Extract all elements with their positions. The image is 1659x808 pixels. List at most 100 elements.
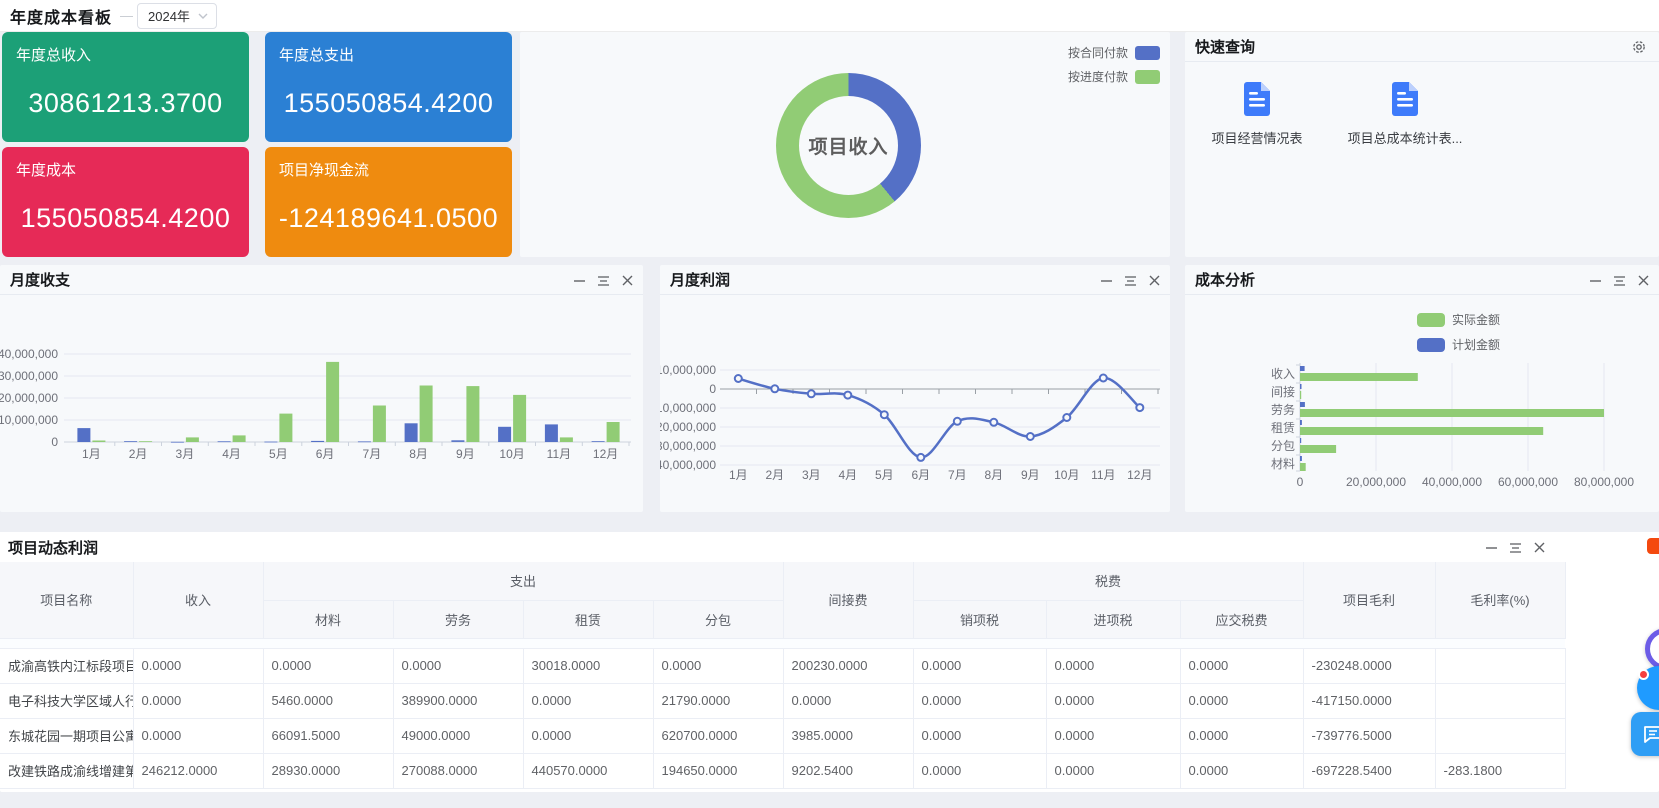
- col-margin[interactable]: 毛利率(%): [1435, 562, 1565, 638]
- legend-label: 按合同付款: [1068, 44, 1128, 61]
- chat-bubble-icon: [1642, 723, 1659, 745]
- cell-material: 66091.5000: [263, 718, 393, 753]
- col-indirect[interactable]: 间接费: [783, 562, 913, 638]
- col-group-expense[interactable]: 支出: [263, 562, 783, 600]
- table-row[interactable]: 改建铁路成渝线增建第246212.000028930.0000270088.00…: [0, 753, 1565, 788]
- cell-margin: -283.1800: [1435, 753, 1565, 788]
- legend-item[interactable]: 按合同付款: [1068, 44, 1160, 61]
- window-controls: [1588, 273, 1651, 288]
- kpi-label: 年度总支出: [279, 44, 498, 65]
- gear-icon[interactable]: [1631, 39, 1647, 60]
- cost-analysis-panel: 成本分析 实际金额 计划金额 020,000,00040,000,00060,0…: [1185, 265, 1659, 512]
- quick-item-report-2[interactable]: 项目总成本统计表...: [1357, 80, 1453, 147]
- close-icon[interactable]: [1147, 273, 1162, 288]
- chat-button[interactable]: [1631, 712, 1659, 756]
- cell-labor: 270088.0000: [393, 753, 523, 788]
- close-icon[interactable]: [620, 273, 635, 288]
- cost-analysis-chart[interactable]: 020,000,00040,000,00060,000,00080,000,00…: [1185, 265, 1659, 512]
- quick-item-report-1[interactable]: 项目经营情况表: [1209, 80, 1305, 147]
- table-row[interactable]: 东城花园一期项目公寓0.000066091.500049000.00000.00…: [0, 718, 1565, 753]
- cell-income: 246212.0000: [133, 753, 263, 788]
- dynamic-profit-panel: 项目动态利润 项目名称 收入 支出 间接费 税费 项目毛利 毛利率(%) 材料: [0, 532, 1659, 792]
- kpi-cards: 年度总收入 30861213.3700 年度总支出 155050854.4200…: [2, 32, 512, 257]
- legend-item[interactable]: 实际金额: [1417, 311, 1500, 328]
- svg-text:1月: 1月: [729, 468, 748, 482]
- svg-text:30,000,000: 30,000,000: [0, 369, 58, 383]
- minimize-icon[interactable]: [1588, 273, 1603, 288]
- cell-output_tax: 0.0000: [913, 648, 1046, 683]
- col-group-tax[interactable]: 税费: [913, 562, 1303, 600]
- svg-text:4月: 4月: [838, 468, 857, 482]
- legend-swatch: [1417, 313, 1445, 327]
- cell-subcontract: 21790.0000: [653, 683, 783, 718]
- kpi-annual-cost: 年度成本 155050854.4200: [2, 147, 249, 257]
- cell-material: 0.0000: [263, 648, 393, 683]
- col-project-name[interactable]: 项目名称: [0, 562, 133, 638]
- kpi-value: 155050854.4200: [2, 203, 249, 234]
- menu-icon[interactable]: [1508, 540, 1523, 555]
- svg-text:10,000,000: 10,000,000: [0, 413, 58, 427]
- cell-rent: 30018.0000: [523, 648, 653, 683]
- close-icon[interactable]: [1636, 273, 1651, 288]
- svg-text:5月: 5月: [875, 468, 894, 482]
- svg-text:7月: 7月: [948, 468, 967, 482]
- cell-indirect: 9202.5400: [783, 753, 913, 788]
- title-divider: —: [120, 8, 133, 23]
- close-icon[interactable]: [1532, 540, 1547, 555]
- svg-text:1月: 1月: [82, 447, 101, 461]
- edge-widget-icon[interactable]: [1647, 538, 1659, 554]
- svg-text:40,000,000: 40,000,000: [0, 347, 58, 361]
- legend-item[interactable]: 按进度付款: [1068, 68, 1160, 85]
- svg-text:20,000,000: 20,000,000: [0, 391, 58, 405]
- col-output-tax[interactable]: 销项税: [913, 600, 1046, 638]
- panel-title: 月度收支: [10, 269, 70, 290]
- col-gross[interactable]: 项目毛利: [1303, 562, 1435, 638]
- menu-icon[interactable]: [1612, 273, 1627, 288]
- minimize-icon[interactable]: [1099, 273, 1114, 288]
- cell-indirect: 200230.0000: [783, 648, 913, 683]
- cell-name: 改建铁路成渝线增建第: [0, 753, 133, 788]
- svg-text:12月: 12月: [1127, 468, 1152, 482]
- minimize-icon[interactable]: [1484, 540, 1499, 555]
- col-labor[interactable]: 劳务: [393, 600, 523, 638]
- svg-text:2月: 2月: [129, 447, 148, 461]
- minimize-icon[interactable]: [572, 273, 587, 288]
- table-header: 项目名称 收入 支出 间接费 税费 项目毛利 毛利率(%) 材料 劳务 租赁 分…: [0, 562, 1565, 638]
- svg-text:8月: 8月: [409, 447, 428, 461]
- donut-legend: 按合同付款 按进度付款: [1068, 44, 1160, 85]
- legend-label: 按进度付款: [1068, 68, 1128, 85]
- col-input-tax[interactable]: 进项税: [1046, 600, 1180, 638]
- svg-text:3月: 3月: [802, 468, 821, 482]
- cell-gross: -739776.5000: [1303, 718, 1435, 753]
- project-income-donut-panel: 按合同付款 按进度付款 项目收入: [520, 32, 1170, 257]
- svg-text:80,000,000: 80,000,000: [1574, 475, 1634, 489]
- svg-text:-10,000,000: -10,000,000: [660, 401, 716, 415]
- kpi-total-expense: 年度总支出 155050854.4200: [265, 32, 512, 142]
- monthly-balance-chart[interactable]: 010,000,00020,000,00030,000,00040,000,00…: [0, 265, 643, 512]
- legend-item[interactable]: 计划金额: [1417, 336, 1500, 353]
- col-payable-tax[interactable]: 应交税费: [1180, 600, 1303, 638]
- cell-labor: 0.0000: [393, 648, 523, 683]
- svg-text:6月: 6月: [911, 468, 930, 482]
- table-row[interactable]: 电子科技大学区域人行0.00005460.0000389900.00000.00…: [0, 683, 1565, 718]
- year-select[interactable]: 2024年: [137, 3, 217, 29]
- col-subcontract[interactable]: 分包: [653, 600, 783, 638]
- table-row[interactable]: 成渝高铁内江标段项目0.00000.00000.000030018.00000.…: [0, 648, 1565, 683]
- col-rent[interactable]: 租赁: [523, 600, 653, 638]
- col-material[interactable]: 材料: [263, 600, 393, 638]
- cell-rent: 0.0000: [523, 683, 653, 718]
- col-income[interactable]: 收入: [133, 562, 263, 638]
- monthly-profit-chart[interactable]: 10,000,0000-10,000,000-20,000,000-30,000…: [660, 265, 1170, 512]
- kpi-value: -124189641.0500: [265, 203, 512, 234]
- donut-chart[interactable]: 项目收入: [776, 73, 921, 218]
- menu-icon[interactable]: [1123, 273, 1138, 288]
- kpi-total-income: 年度总收入 30861213.3700: [2, 32, 249, 142]
- svg-text:40,000,000: 40,000,000: [1422, 475, 1482, 489]
- menu-icon[interactable]: [596, 273, 611, 288]
- legend-label: 实际金额: [1452, 311, 1500, 328]
- cell-payable_tax: 0.0000: [1180, 753, 1303, 788]
- cell-margin: [1435, 683, 1565, 718]
- table-body: 成渝高铁内江标段项目0.00000.00000.000030018.00000.…: [0, 638, 1565, 788]
- svg-text:9月: 9月: [1021, 468, 1040, 482]
- kpi-value: 30861213.3700: [2, 88, 249, 119]
